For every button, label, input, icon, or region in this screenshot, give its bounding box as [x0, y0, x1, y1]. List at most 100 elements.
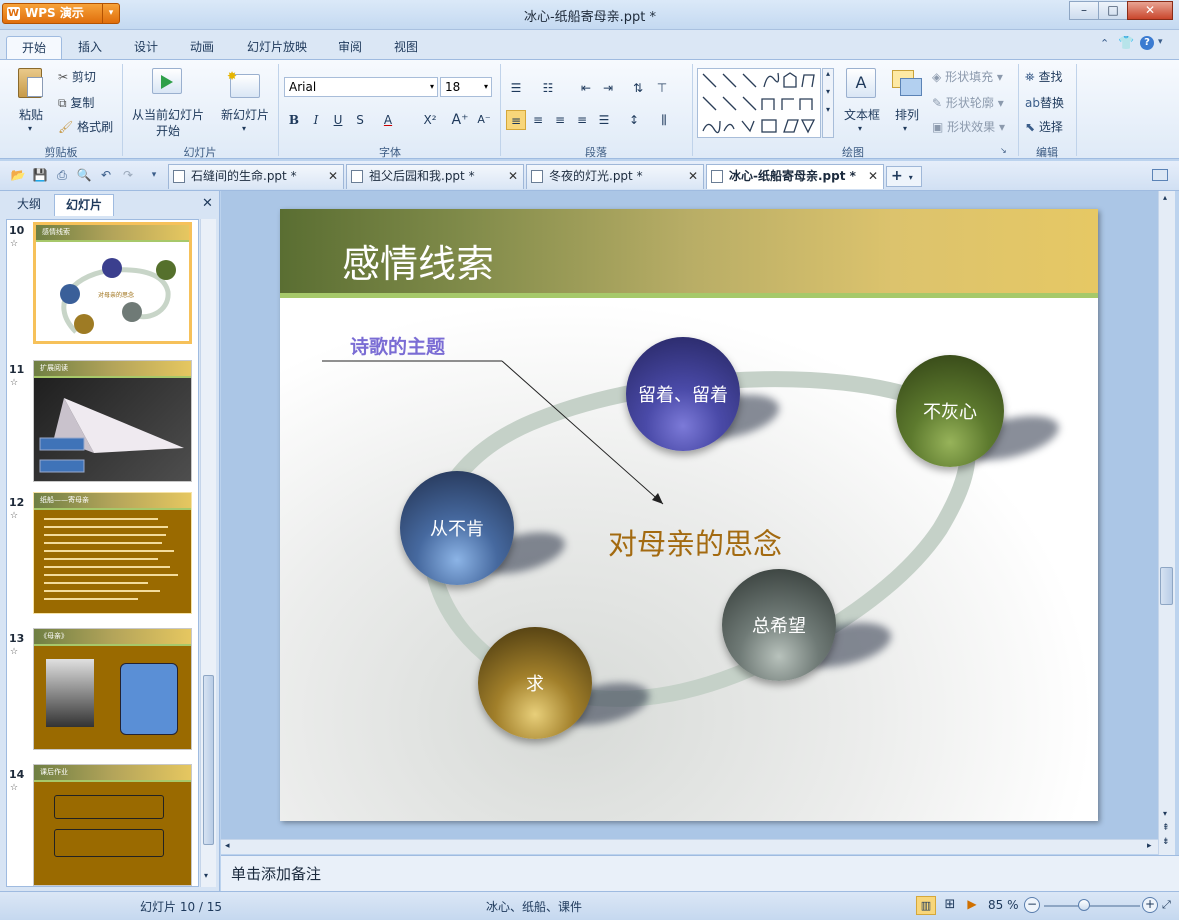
scroll-left-icon[interactable]: ◂: [225, 841, 230, 851]
sphere-zongxiwang[interactable]: 总希望: [722, 569, 836, 681]
shrink-font-button[interactable]: A⁻: [474, 110, 494, 130]
sphere-bukeng[interactable]: 从不肯: [400, 471, 514, 585]
help-icon[interactable]: ?: [1140, 36, 1154, 50]
collapse-ribbon-icon[interactable]: ⌃: [1100, 37, 1109, 50]
tab-insert[interactable]: 插入: [64, 36, 116, 60]
close-icon[interactable]: ✕: [868, 165, 878, 188]
copy-button[interactable]: ⧉ 复制: [58, 94, 94, 111]
doc-tab[interactable]: 冬夜的灯光.ppt * ✕: [526, 164, 704, 189]
next-slide-icon[interactable]: ⇟: [1162, 837, 1170, 847]
new-tab-button[interactable]: + ▾: [886, 166, 922, 187]
font-name-select[interactable]: Arial ▾: [284, 77, 438, 97]
zoom-slider-track[interactable]: [1044, 905, 1140, 907]
scrollbar-thumb[interactable]: [203, 675, 214, 845]
slide-sorter-icon[interactable]: ⊞: [940, 896, 960, 915]
zoom-slider-thumb[interactable]: [1078, 899, 1090, 911]
select-button[interactable]: ⬉ 选择: [1025, 118, 1063, 135]
increase-indent-icon[interactable]: ⇥: [598, 78, 618, 98]
slide-thumbnail[interactable]: 扩展阅读: [33, 360, 192, 482]
tab-review[interactable]: 审阅: [324, 36, 376, 60]
doc-tab[interactable]: 祖父后园和我.ppt * ✕: [346, 164, 524, 189]
slide-canvas[interactable]: 感情线索 诗歌的主题 对母亲的思念 留着、留着 不灰心 从不肯 总希望 求: [280, 209, 1098, 821]
line-spacing-icon[interactable]: ↕: [624, 110, 644, 130]
close-button[interactable]: ✕: [1127, 1, 1173, 20]
minimize-button[interactable]: –: [1069, 1, 1099, 20]
redo-icon[interactable]: ↷: [120, 167, 136, 183]
slide-subtitle[interactable]: 诗歌的主题: [350, 332, 445, 359]
scrollbar-thumb[interactable]: [1160, 567, 1173, 605]
bold-button[interactable]: B: [284, 110, 304, 130]
scroll-down-icon[interactable]: ▾: [204, 871, 208, 880]
previous-slide-icon[interactable]: ⇞: [1162, 823, 1170, 833]
find-button[interactable]: ⛯ 查找: [1025, 68, 1062, 85]
print-icon[interactable]: ⎙: [54, 167, 70, 183]
shape-effect-button[interactable]: ▣ 形状效果 ▾: [932, 118, 1005, 135]
chevron-down-icon[interactable]: ▾: [102, 4, 119, 23]
tab-animation[interactable]: 动画: [176, 36, 228, 60]
chevron-down-icon[interactable]: ▾: [1158, 37, 1163, 47]
skin-icon[interactable]: 👕: [1118, 36, 1134, 51]
underline-button[interactable]: U: [328, 110, 348, 130]
cut-button[interactable]: ✂ 剪切: [58, 68, 96, 85]
close-icon[interactable]: ✕: [508, 165, 518, 188]
slide-thumbnail[interactable]: 感情线索 对母亲的思念: [33, 222, 192, 344]
slide-thumbnail[interactable]: 纸船——寄母亲: [33, 492, 192, 614]
textbox-button[interactable]: A 文本框 ▾: [840, 66, 884, 142]
tab-slides[interactable]: 幻灯片: [54, 194, 114, 216]
doc-tab[interactable]: 石缝间的生命.ppt * ✕: [168, 164, 344, 189]
superscript-button[interactable]: X²: [420, 110, 440, 130]
replace-button[interactable]: ab替换: [1025, 94, 1064, 111]
align-right-icon[interactable]: ≡: [550, 110, 570, 130]
slide-horizontal-scrollbar[interactable]: ◂ ▸: [221, 839, 1158, 854]
slide-thumbnail[interactable]: 课后作业: [33, 764, 192, 886]
align-center-icon[interactable]: ≡: [528, 110, 548, 130]
align-text-icon[interactable]: ⊤: [652, 78, 672, 98]
align-left-icon[interactable]: ≡: [506, 110, 526, 130]
zoom-in-button[interactable]: +: [1142, 897, 1158, 913]
new-slide-button[interactable]: ✸ 新幻灯片 ▾: [216, 66, 274, 142]
normal-view-icon[interactable]: ▥: [916, 896, 936, 915]
slideshow-view-icon[interactable]: ▶: [962, 896, 982, 915]
scroll-right-icon[interactable]: ▸: [1147, 841, 1152, 851]
close-icon[interactable]: ✕: [328, 165, 338, 188]
grow-font-button[interactable]: A⁺: [450, 110, 470, 130]
font-color-button[interactable]: A: [378, 110, 398, 130]
shape-gallery-scroll[interactable]: ▴ ▾ ▾: [822, 68, 834, 138]
print-preview-icon[interactable]: 🔍: [76, 167, 92, 183]
font-size-select[interactable]: 18 ▾: [440, 77, 492, 97]
shape-fill-button[interactable]: ◈ 形状填充 ▾: [932, 68, 1003, 85]
scroll-up-icon[interactable]: ▴: [1163, 193, 1167, 202]
bullets-icon[interactable]: ☰: [506, 78, 526, 98]
paste-button[interactable]: 粘贴 ▾: [10, 66, 52, 142]
justify-icon[interactable]: ≡: [572, 110, 592, 130]
distribute-icon[interactable]: ☰: [594, 110, 614, 130]
maximize-button[interactable]: □: [1098, 1, 1128, 20]
close-icon[interactable]: ✕: [202, 196, 213, 211]
notes-pane[interactable]: 单击添加备注: [221, 855, 1179, 891]
customize-toolbar-icon[interactable]: ▾: [146, 167, 162, 183]
tab-outline[interactable]: 大纲: [6, 194, 52, 216]
wps-app-menu-button[interactable]: W WPS 演示 ▾: [2, 3, 120, 24]
shape-gallery[interactable]: [697, 68, 821, 138]
italic-button[interactable]: I: [306, 110, 326, 130]
thumbnail-scrollbar[interactable]: ▾: [200, 219, 216, 887]
strikethrough-button[interactable]: S: [350, 110, 370, 130]
tab-slideshow[interactable]: 幻灯片放映: [236, 36, 318, 60]
save-icon[interactable]: 💾: [32, 167, 48, 183]
decrease-indent-icon[interactable]: ⇤: [576, 78, 596, 98]
dialog-launcher-icon[interactable]: ↘: [1000, 146, 1007, 155]
tab-home[interactable]: 开始: [6, 36, 62, 60]
close-icon[interactable]: ✕: [688, 165, 698, 188]
format-painter-button[interactable]: 🖌 格式刷: [58, 118, 113, 135]
slide-vertical-scrollbar[interactable]: ▴ ▾ ⇞ ⇟: [1158, 191, 1175, 855]
undo-icon[interactable]: ↶: [98, 167, 114, 183]
shape-outline-button[interactable]: ✎ 形状轮廓 ▾: [932, 94, 1004, 111]
play-from-current-button[interactable]: 从当前幻灯片 开始: [128, 66, 208, 142]
doc-tab-active[interactable]: 冰心-纸船寄母亲.ppt * ✕: [706, 164, 884, 189]
numbering-icon[interactable]: ☷: [538, 78, 558, 98]
arrange-button[interactable]: 排列 ▾: [888, 66, 926, 142]
open-folder-icon[interactable]: 📂: [10, 167, 26, 183]
scroll-down-icon[interactable]: ▾: [1163, 809, 1167, 818]
slide-thumbnail[interactable]: 《母亲》: [33, 628, 192, 750]
columns-icon[interactable]: ⫼: [654, 110, 674, 130]
